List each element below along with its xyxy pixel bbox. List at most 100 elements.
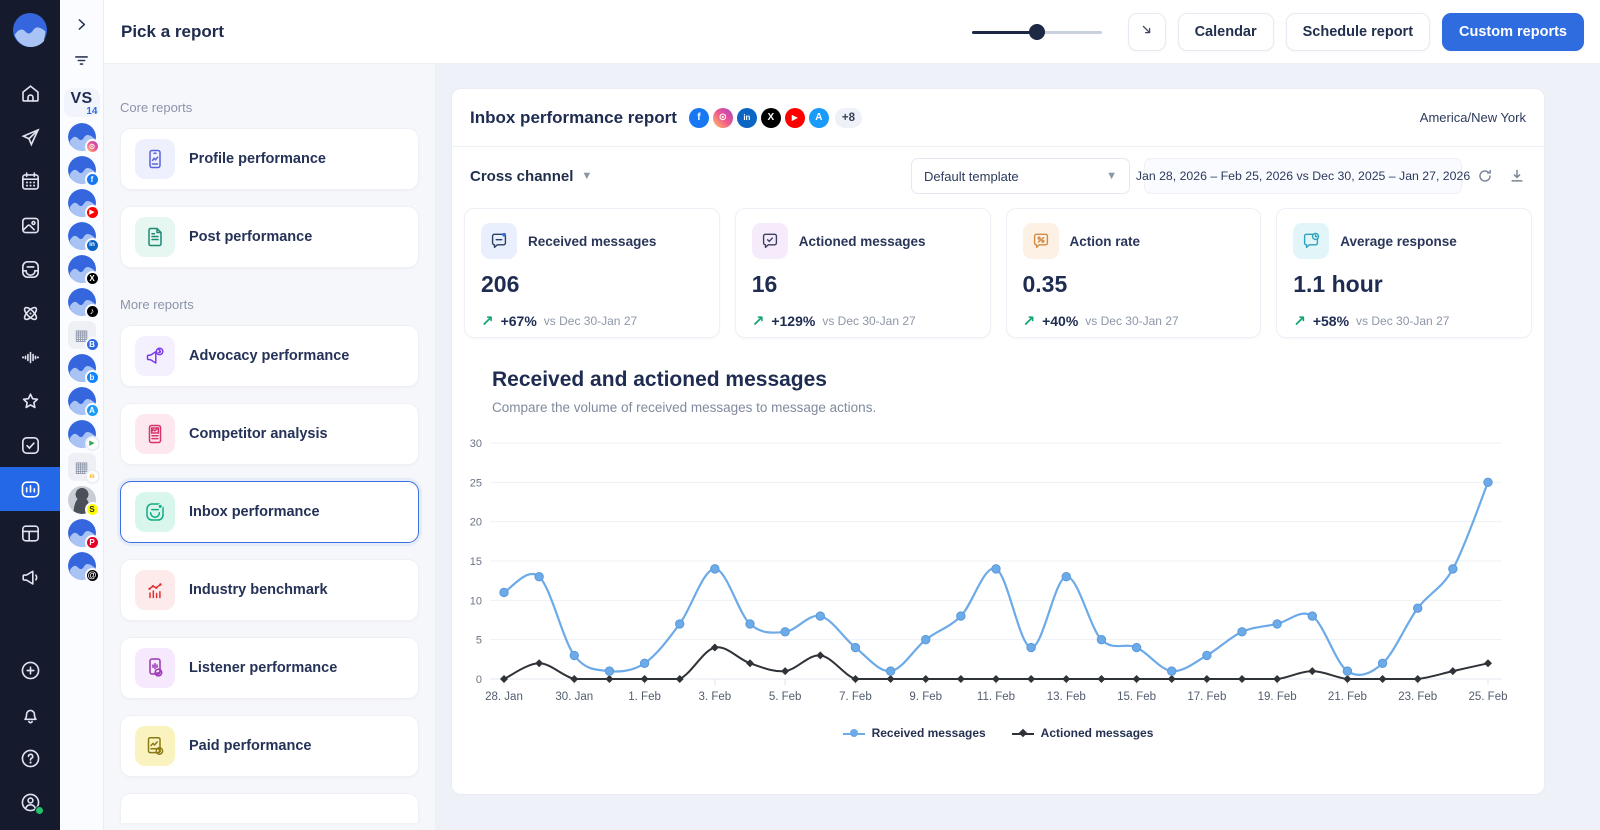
report-item-post[interactable]: Post performance [120, 206, 419, 268]
profile-avatar-threads[interactable]: @ [68, 552, 96, 580]
metric-value: 16 [752, 271, 974, 298]
svg-text:25. Feb: 25. Feb [1469, 691, 1508, 703]
legend-item[interactable]: Received messages [843, 726, 986, 740]
paid-report-icon [135, 726, 175, 766]
business-icon: B [85, 337, 100, 352]
profile-avatar-pinterest[interactable]: P [68, 519, 96, 547]
trend-up-icon: ↗ [1023, 312, 1036, 330]
layout-icon [19, 522, 42, 545]
instagram-icon: ⊙ [85, 139, 100, 154]
report-item-profile[interactable]: Profile performance [120, 128, 419, 190]
timezone-label: America/New York [1420, 110, 1526, 125]
profile-avatar-instagram[interactable]: ⊙ [68, 123, 96, 151]
profile-avatar-youtube[interactable]: ▶ [68, 189, 96, 217]
sidebar-item-favorites[interactable] [0, 379, 60, 423]
advocacy-report-icon [135, 336, 175, 376]
sidebar-item-announce[interactable] [0, 555, 60, 599]
sidebar-item-tasks[interactable] [0, 423, 60, 467]
zoom-slider[interactable] [972, 22, 1102, 42]
calendar-button[interactable]: Calendar [1178, 13, 1274, 51]
youtube-icon[interactable]: ▶ [785, 108, 805, 128]
profile-avatar-tiktok[interactable]: ♪ [68, 288, 96, 316]
sidebar-item-calendar[interactable] [0, 159, 60, 203]
report-item-listener[interactable]: Listener performance [120, 637, 419, 699]
profile-avatar-linkedin[interactable]: in [68, 222, 96, 250]
profile-avatar-business[interactable]: ▦B [68, 321, 96, 349]
refresh-icon[interactable] [1476, 167, 1494, 185]
custom-reports-button[interactable]: Custom reports [1442, 13, 1584, 51]
bar-chart-icon [19, 478, 42, 501]
slider-thumb[interactable] [1029, 24, 1045, 40]
schedule-report-button[interactable]: Schedule report [1286, 13, 1430, 51]
report-item-inbox[interactable]: Inbox performance [120, 481, 419, 543]
metric-card-received: Received messages 206 ↗ +67% vs Dec 30-J… [464, 208, 720, 338]
more-networks-pill[interactable]: +8 [835, 108, 862, 128]
template-select[interactable]: Default template ▼ [911, 158, 1130, 194]
metric-card-action-rate: Action rate 0.35 ↗ +40% vs Dec 30-Jan 27 [1006, 208, 1262, 338]
appstore-icon[interactable]: A [809, 108, 829, 128]
filter-icon[interactable] [70, 48, 94, 72]
legend-diamond-marker [1012, 728, 1034, 738]
report-item-partial[interactable] [120, 793, 419, 823]
x-icon[interactable]: X [761, 108, 781, 128]
date-range-picker[interactable]: Jan 28, 2026 – Feb 25, 2026 vs Dec 30, 2… [1144, 158, 1462, 194]
profile-avatar-facebook[interactable]: f [68, 156, 96, 184]
sidebar-item-publish[interactable] [0, 115, 60, 159]
sidebar-item-media[interactable] [0, 203, 60, 247]
sidebar-item-notifications[interactable] [0, 692, 60, 736]
sidebar-item-voice[interactable] [0, 335, 60, 379]
atom-icon [19, 302, 42, 325]
x-icon: X [85, 271, 100, 286]
instagram-icon[interactable]: ⊙ [713, 108, 733, 128]
profile-avatar-googleplay[interactable]: ▶ [68, 420, 96, 448]
metric-value: 0.35 [1023, 271, 1245, 298]
channel-filter-dropdown[interactable]: Cross channel ▼ [470, 168, 592, 185]
main-sidebar [0, 0, 60, 830]
sidebar-item-home[interactable] [0, 71, 60, 115]
facebook-icon[interactable]: f [689, 108, 709, 128]
sidebar-item-help[interactable] [0, 736, 60, 780]
metric-delta: +58% [1313, 313, 1349, 329]
pinterest-icon: P [85, 535, 100, 550]
sidebar-item-add[interactable] [0, 648, 60, 692]
svg-text:30: 30 [470, 438, 482, 450]
collapse-chevron-icon[interactable] [70, 12, 94, 36]
svg-text:25: 25 [470, 477, 482, 489]
chart-title: Received and actioned messages [492, 368, 1544, 392]
avg-response-metric-icon [1293, 223, 1329, 259]
profile-avatar-x[interactable]: X [68, 255, 96, 283]
youtube-icon: ▶ [85, 205, 100, 220]
metric-comparison: vs Dec 30-Jan 27 [1356, 314, 1449, 328]
profile-avatar-bluesky[interactable]: b [68, 354, 96, 382]
svg-text:9. Feb: 9. Feb [909, 691, 942, 703]
sidebar-item-listening[interactable] [0, 291, 60, 335]
svg-text:3. Feb: 3. Feb [699, 691, 732, 703]
expand-button[interactable] [1128, 13, 1166, 51]
legend-item[interactable]: Actioned messages [1012, 726, 1154, 740]
report-item-label: Advocacy performance [189, 348, 349, 364]
metric-card-actioned: Actioned messages 16 ↗ +129% vs Dec 30-J… [735, 208, 991, 338]
svg-text:20: 20 [470, 517, 482, 529]
metric-value: 206 [481, 271, 703, 298]
report-item-advocacy[interactable]: Advocacy performance [120, 325, 419, 387]
sidebar-item-boards[interactable] [0, 511, 60, 555]
profile-avatar-appstore[interactable]: A [68, 387, 96, 415]
vista-social-logo[interactable] [12, 12, 48, 53]
profile-avatar-snapchat[interactable]: S [68, 486, 96, 514]
svg-text:10: 10 [470, 595, 482, 607]
chevron-down-icon: ▼ [581, 170, 592, 182]
profile-avatar-analytics[interactable]: ▦ılı [68, 453, 96, 481]
workspace-chip[interactable]: VS 14 [64, 88, 100, 117]
download-icon[interactable] [1508, 167, 1526, 185]
svg-text:21. Feb: 21. Feb [1328, 691, 1367, 703]
sidebar-item-inbox[interactable] [0, 247, 60, 291]
svg-text:28. Jan: 28. Jan [485, 691, 523, 703]
report-item-paid[interactable]: Paid performance [120, 715, 419, 777]
sidebar-item-reports[interactable] [0, 467, 60, 511]
report-item-industry[interactable]: Industry benchmark [120, 559, 419, 621]
waveform-icon [19, 346, 42, 369]
report-item-competitor[interactable]: Competitor analysis [120, 403, 419, 465]
linkedin-icon[interactable]: in [737, 108, 757, 128]
sidebar-item-account[interactable] [0, 780, 60, 824]
diagonal-arrow-icon [1139, 22, 1154, 41]
